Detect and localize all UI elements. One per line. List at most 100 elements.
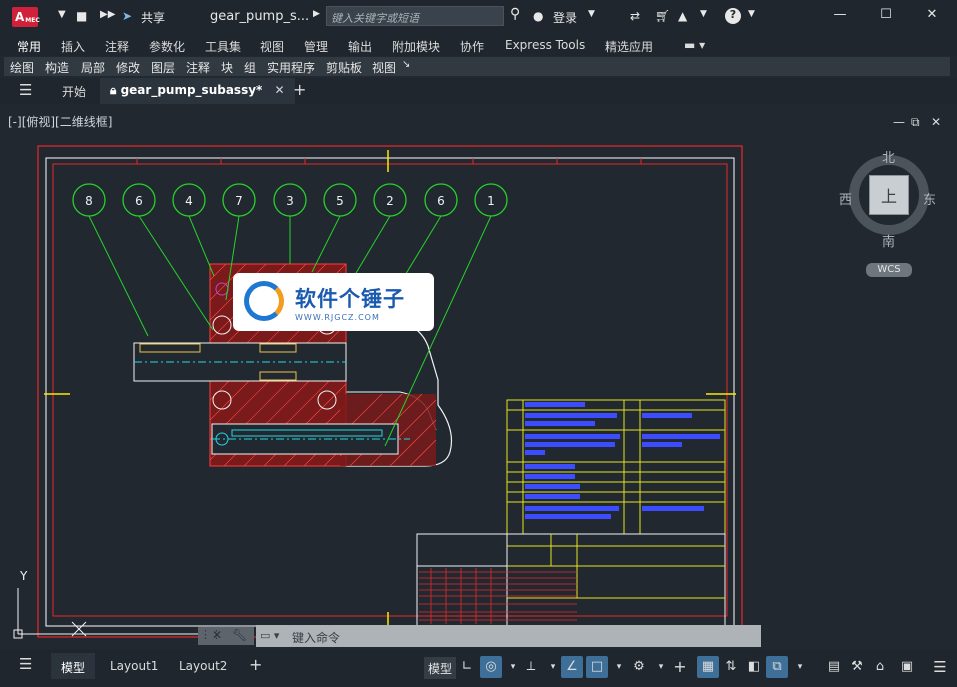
panel-detail[interactable]: 局部: [81, 59, 105, 76]
panel-modify[interactable]: 修改: [116, 59, 140, 76]
tab-model[interactable]: 模型: [51, 653, 96, 679]
user-icon[interactable]: ●: [533, 9, 543, 23]
customization-menu-icon[interactable]: ☰: [929, 656, 951, 678]
panel-view[interactable]: 视图: [372, 59, 396, 76]
tab-layout1[interactable]: Layout1: [110, 659, 158, 673]
viewport-close-icon[interactable]: ✕: [931, 115, 941, 129]
help-icon[interactable]: ?: [725, 8, 741, 24]
hardware-dropdown-icon[interactable]: ▾: [789, 656, 811, 678]
panel-utilities[interactable]: 实用程序: [267, 59, 315, 76]
new-tab-icon[interactable]: +: [293, 80, 306, 99]
units-icon[interactable]: ⌂: [869, 656, 891, 678]
panel-groups[interactable]: 组: [244, 59, 256, 76]
annotation-scale-icon[interactable]: ⇅: [720, 656, 742, 678]
autodesk-icon[interactable]: ▲: [678, 9, 687, 23]
tab-output[interactable]: 输出: [348, 38, 372, 55]
grid-icon[interactable]: ∟: [456, 656, 478, 678]
tab-toolsets[interactable]: 工具集: [205, 38, 241, 55]
viewcube[interactable]: 上 北 南 东 西: [839, 147, 936, 250]
autodesk-dropdown-icon[interactable]: ▼: [700, 9, 707, 19]
panel-construct[interactable]: 构造: [45, 59, 69, 76]
viewcube-top-face[interactable]: 上: [869, 175, 909, 215]
tab-annotate[interactable]: 注释: [105, 38, 129, 55]
share-button[interactable]: 共享: [141, 9, 165, 26]
clean-screen-icon[interactable]: ▣: [896, 656, 918, 678]
command-input[interactable]: 键入命令: [256, 625, 761, 647]
panel-block[interactable]: 块: [221, 59, 233, 76]
login-button[interactable]: 登录: [553, 9, 577, 26]
drawing-canvas[interactable]: 8 6 4 7 3 5 2 6 1 Y: [0, 104, 957, 648]
minimize-icon[interactable]: —: [830, 7, 850, 25]
tab-express-tools[interactable]: Express Tools: [505, 38, 585, 52]
exchange-icon[interactable]: ⇄: [630, 9, 640, 23]
cart-icon[interactable]: 🛒︎: [655, 9, 670, 23]
command-customize-icon[interactable]: 🔧︎: [232, 628, 247, 642]
viewport-minimize-icon[interactable]: —: [893, 115, 905, 129]
search-input[interactable]: 键入关键字或短语: [326, 6, 504, 26]
close-tab-icon[interactable]: ✕: [275, 83, 285, 97]
balloons: 8 6 4 7 3 5 2 6 1: [72, 183, 508, 217]
panel-expand-icon[interactable]: ↘: [402, 59, 410, 70]
tab-manage[interactable]: 管理: [304, 38, 328, 55]
viewcube-north[interactable]: 北: [882, 147, 895, 166]
balloon-label: 4: [185, 194, 193, 208]
sheet-drawing-border: [52, 163, 728, 617]
app-menu-chevron-icon[interactable]: ▼: [58, 9, 66, 20]
app-logo[interactable]: A MEC: [12, 7, 40, 27]
status-bar: ☰ 模型 Layout1 Layout2 + 模型 ∟ ◎ ▾ ⟂ ▾ ∠ □ …: [0, 649, 957, 687]
login-dropdown-icon[interactable]: ▼: [588, 9, 595, 19]
ribbon-display-toggle-icon[interactable]: ▬ ▾: [684, 38, 705, 52]
tab-addins[interactable]: 附加模块: [392, 38, 440, 55]
quick-access-more-icon[interactable]: ▶▶: [100, 9, 115, 20]
watermark-text: 软件个锤子: [295, 287, 405, 311]
command-line-toolbar: ⋮⋮ ✕ 🔧︎: [198, 627, 254, 645]
tab-featured-apps[interactable]: 精选应用: [605, 38, 653, 55]
add-icon[interactable]: +: [669, 656, 691, 678]
isolate-objects-icon[interactable]: ◧: [743, 656, 765, 678]
hardware-acceleration-icon[interactable]: ⧉: [766, 656, 788, 678]
open-file-icon[interactable]: ■: [76, 9, 87, 23]
tab-insert[interactable]: 插入: [61, 38, 85, 55]
command-close-icon[interactable]: ✕: [212, 628, 222, 642]
command-prompt-icon[interactable]: ▭ ▾: [260, 629, 279, 642]
panel-clipboard[interactable]: 剪贴板: [326, 59, 362, 76]
autocad-window: A MEC ▼ ■ ▶▶ ➤ 共享 gear_pump_s... ▶ 键入关键字或…: [0, 0, 957, 687]
close-icon[interactable]: ✕: [922, 7, 942, 25]
viewport-restore-icon[interactable]: ⧉: [911, 115, 920, 130]
quick-properties-icon[interactable]: ▤: [823, 656, 845, 678]
viewcube-west[interactable]: 西: [839, 189, 852, 208]
lock-ui-icon[interactable]: ⚒: [846, 656, 868, 678]
layout-menu-icon[interactable]: ☰: [19, 655, 32, 673]
add-layout-icon[interactable]: +: [249, 655, 262, 674]
ribbon-panel-row: 绘图 构造 局部 修改 图层 注释 块 组 实用程序 剪贴板 视图 ↘: [4, 57, 950, 76]
ortho-icon[interactable]: ⟂: [520, 656, 542, 678]
share-icon[interactable]: ➤: [122, 9, 132, 23]
snap-mode-icon[interactable]: ◎: [480, 656, 502, 678]
tab-parametric[interactable]: 参数化: [149, 38, 185, 55]
settings-gear-icon[interactable]: ⚙: [628, 656, 650, 678]
viewcube-south[interactable]: 南: [882, 231, 895, 250]
panel-annotation[interactable]: 注释: [186, 59, 210, 76]
search-icon[interactable]: ⚲: [510, 6, 520, 22]
polar-tracking-icon[interactable]: ∠: [561, 656, 583, 678]
object-snap-icon[interactable]: □: [586, 656, 608, 678]
title-expand-icon[interactable]: ▶: [313, 9, 320, 19]
tab-layout2[interactable]: Layout2: [179, 659, 227, 673]
workspace-icon[interactable]: ▦: [697, 656, 719, 678]
help-dropdown-icon[interactable]: ▼: [748, 9, 755, 19]
panel-draw[interactable]: 绘图: [10, 59, 34, 76]
viewport-controls-label[interactable]: [-][俯视][二维线框]: [8, 113, 112, 130]
model-space-button[interactable]: 模型: [424, 657, 457, 679]
tab-start[interactable]: 开始: [62, 83, 86, 100]
tab-drawing-active[interactable]: 🔒︎ gear_pump_subassy* ✕: [100, 78, 295, 104]
tab-collaborate[interactable]: 协作: [460, 38, 484, 55]
file-menu-icon[interactable]: ☰: [19, 81, 32, 99]
tab-view[interactable]: 视图: [260, 38, 284, 55]
tab-home[interactable]: 常用: [14, 38, 44, 60]
maximize-icon[interactable]: ☐: [876, 7, 896, 25]
osnap-dropdown-icon[interactable]: ▾: [608, 656, 630, 678]
wcs-menu[interactable]: WCS: [866, 263, 912, 277]
viewcube-east[interactable]: 东: [923, 189, 936, 208]
panel-layers[interactable]: 图层: [151, 59, 175, 76]
balloon-label: 2: [386, 194, 394, 208]
